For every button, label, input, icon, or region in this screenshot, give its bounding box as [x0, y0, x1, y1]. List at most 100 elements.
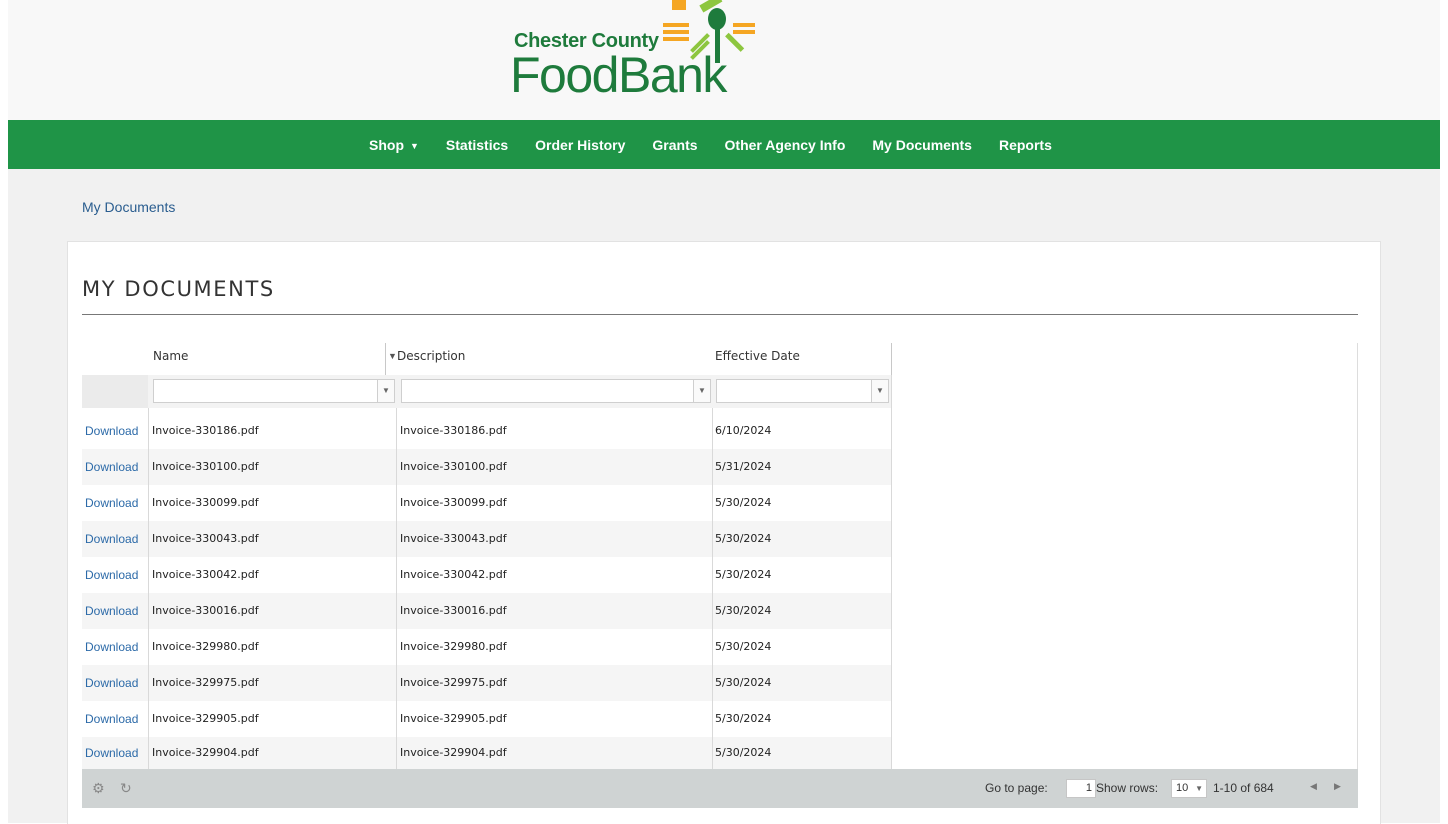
- go-to-page-label: Go to page:: [985, 781, 1048, 795]
- column-header-description[interactable]: Description: [397, 343, 465, 375]
- next-page-icon[interactable]: ▶: [1334, 781, 1341, 792]
- table-row: Download Invoice-329904.pdf Invoice-3299…: [82, 737, 892, 769]
- table-row: Download Invoice-330043.pdf Invoice-3300…: [82, 521, 892, 557]
- chevron-down-icon[interactable]: ▼: [694, 379, 711, 403]
- refresh-icon[interactable]: ↻: [120, 780, 132, 797]
- download-link[interactable]: Download: [85, 485, 138, 521]
- rows-per-page-select[interactable]: 10 ▼: [1171, 779, 1207, 798]
- main-nav: Shop ▼ Statistics Order History Grants Ot…: [8, 120, 1440, 169]
- chevron-down-icon[interactable]: ▼: [378, 379, 395, 403]
- table-row: Download Invoice-329905.pdf Invoice-3299…: [82, 701, 892, 737]
- show-rows-label: Show rows:: [1096, 781, 1159, 795]
- row-description: Invoice-330186.pdf: [400, 424, 507, 437]
- nav-item-shop[interactable]: Shop ▼: [369, 137, 419, 153]
- column-divider: [712, 408, 713, 769]
- table-row: Download Invoice-330186.pdf Invoice-3301…: [82, 413, 892, 449]
- nav-item-reports[interactable]: Reports: [999, 137, 1052, 153]
- column-divider: [148, 408, 149, 769]
- nav-item-order-history[interactable]: Order History: [535, 137, 625, 153]
- row-date: 5/30/2024: [715, 712, 772, 725]
- title-divider: [82, 314, 1358, 315]
- caret-down-icon: ▼: [410, 140, 419, 151]
- download-link[interactable]: Download: [85, 557, 138, 593]
- chevron-down-icon[interactable]: ▼: [872, 379, 889, 403]
- row-name: Invoice-330016.pdf: [152, 604, 259, 617]
- row-date: 5/30/2024: [715, 640, 772, 653]
- row-description: Invoice-329904.pdf: [400, 746, 507, 759]
- nav-item-grants[interactable]: Grants: [652, 137, 697, 153]
- row-date: 5/31/2024: [715, 460, 772, 473]
- description-filter-input[interactable]: [401, 379, 694, 403]
- effective-date-filter-input[interactable]: [716, 379, 872, 403]
- nav-item-my-documents[interactable]: My Documents: [872, 137, 972, 153]
- grid-right-border: [1357, 343, 1358, 769]
- row-date: 5/30/2024: [715, 568, 772, 581]
- row-name: Invoice-329905.pdf: [152, 712, 259, 725]
- row-name: Invoice-329980.pdf: [152, 640, 259, 653]
- row-description: Invoice-330043.pdf: [400, 532, 507, 545]
- column-divider: [891, 375, 892, 769]
- logo-line2: FoodBank: [510, 47, 727, 103]
- documents-panel: MY DOCUMENTS Name ▼ Description Effectiv…: [67, 241, 1381, 824]
- table-row: Download Invoice-330016.pdf Invoice-3300…: [82, 593, 892, 629]
- row-name: Invoice-330186.pdf: [152, 424, 259, 437]
- nav-item-other-agency-info[interactable]: Other Agency Info: [725, 137, 846, 153]
- row-description: Invoice-330099.pdf: [400, 496, 507, 509]
- download-link[interactable]: Download: [85, 449, 138, 485]
- column-divider: [396, 408, 397, 769]
- column-header-name[interactable]: Name: [153, 343, 188, 375]
- page-range-text: 1-10 of 684: [1213, 781, 1274, 795]
- gear-icon[interactable]: ⚙: [92, 780, 105, 797]
- row-description: Invoice-330100.pdf: [400, 460, 507, 473]
- row-date: 6/10/2024: [715, 424, 772, 437]
- row-date: 5/30/2024: [715, 496, 772, 509]
- site-logo[interactable]: Chester County FoodBank: [500, 0, 760, 112]
- download-link[interactable]: Download: [85, 521, 138, 557]
- download-link[interactable]: Download: [85, 593, 138, 629]
- row-date: 5/30/2024: [715, 746, 772, 759]
- row-name: Invoice-329904.pdf: [152, 746, 259, 759]
- breadcrumb[interactable]: My Documents: [82, 199, 175, 215]
- rows-per-page-value: 10: [1176, 782, 1189, 794]
- download-link[interactable]: Download: [85, 413, 138, 449]
- documents-grid: Name ▼ Description Effective Date ▼ ▼ ▼ …: [82, 343, 1358, 808]
- download-link[interactable]: Download: [85, 665, 138, 701]
- page-number-input[interactable]: 1: [1066, 779, 1096, 798]
- download-link[interactable]: Download: [85, 737, 138, 769]
- table-row: Download Invoice-329975.pdf Invoice-3299…: [82, 665, 892, 701]
- site-header: Chester County FoodBank: [8, 0, 1440, 120]
- row-name: Invoice-330099.pdf: [152, 496, 259, 509]
- column-header-effective-date[interactable]: Effective Date: [715, 343, 800, 375]
- chevron-down-icon: ▼: [1195, 784, 1203, 793]
- previous-page-icon[interactable]: ◀: [1310, 781, 1317, 792]
- row-description: Invoice-329980.pdf: [400, 640, 507, 653]
- row-description: Invoice-329975.pdf: [400, 676, 507, 689]
- table-row: Download Invoice-329980.pdf Invoice-3299…: [82, 629, 892, 665]
- page-title: MY DOCUMENTS: [82, 277, 275, 301]
- download-link[interactable]: Download: [85, 701, 138, 737]
- row-date: 5/30/2024: [715, 604, 772, 617]
- column-divider: [891, 343, 892, 375]
- row-description: Invoice-329905.pdf: [400, 712, 507, 725]
- table-row: Download Invoice-330042.pdf Invoice-3300…: [82, 557, 892, 593]
- filter-row-spacer: [82, 375, 148, 408]
- row-name: Invoice-329975.pdf: [152, 676, 259, 689]
- row-name: Invoice-330043.pdf: [152, 532, 259, 545]
- row-name: Invoice-330100.pdf: [152, 460, 259, 473]
- grid-pager: ⚙ ↻ Go to page: 1 Show rows: 10 ▼ 1-10 o…: [82, 769, 1358, 808]
- row-date: 5/30/2024: [715, 676, 772, 689]
- download-link[interactable]: Download: [85, 629, 138, 665]
- name-filter-input[interactable]: [153, 379, 378, 403]
- nav-list: Shop ▼ Statistics Order History Grants Ot…: [369, 120, 1079, 169]
- table-row: Download Invoice-330099.pdf Invoice-3300…: [82, 485, 892, 521]
- column-resizer[interactable]: [385, 343, 386, 375]
- nav-item-statistics[interactable]: Statistics: [446, 137, 508, 153]
- row-date: 5/30/2024: [715, 532, 772, 545]
- row-name: Invoice-330042.pdf: [152, 568, 259, 581]
- nav-item-label: Shop: [369, 136, 404, 153]
- row-description: Invoice-330016.pdf: [400, 604, 507, 617]
- table-row: Download Invoice-330100.pdf Invoice-3301…: [82, 449, 892, 485]
- page-viewport: Chester County FoodBank Shop ▼ Statistics…: [8, 0, 1440, 824]
- sort-arrow-icon[interactable]: ▼: [388, 351, 397, 361]
- row-description: Invoice-330042.pdf: [400, 568, 507, 581]
